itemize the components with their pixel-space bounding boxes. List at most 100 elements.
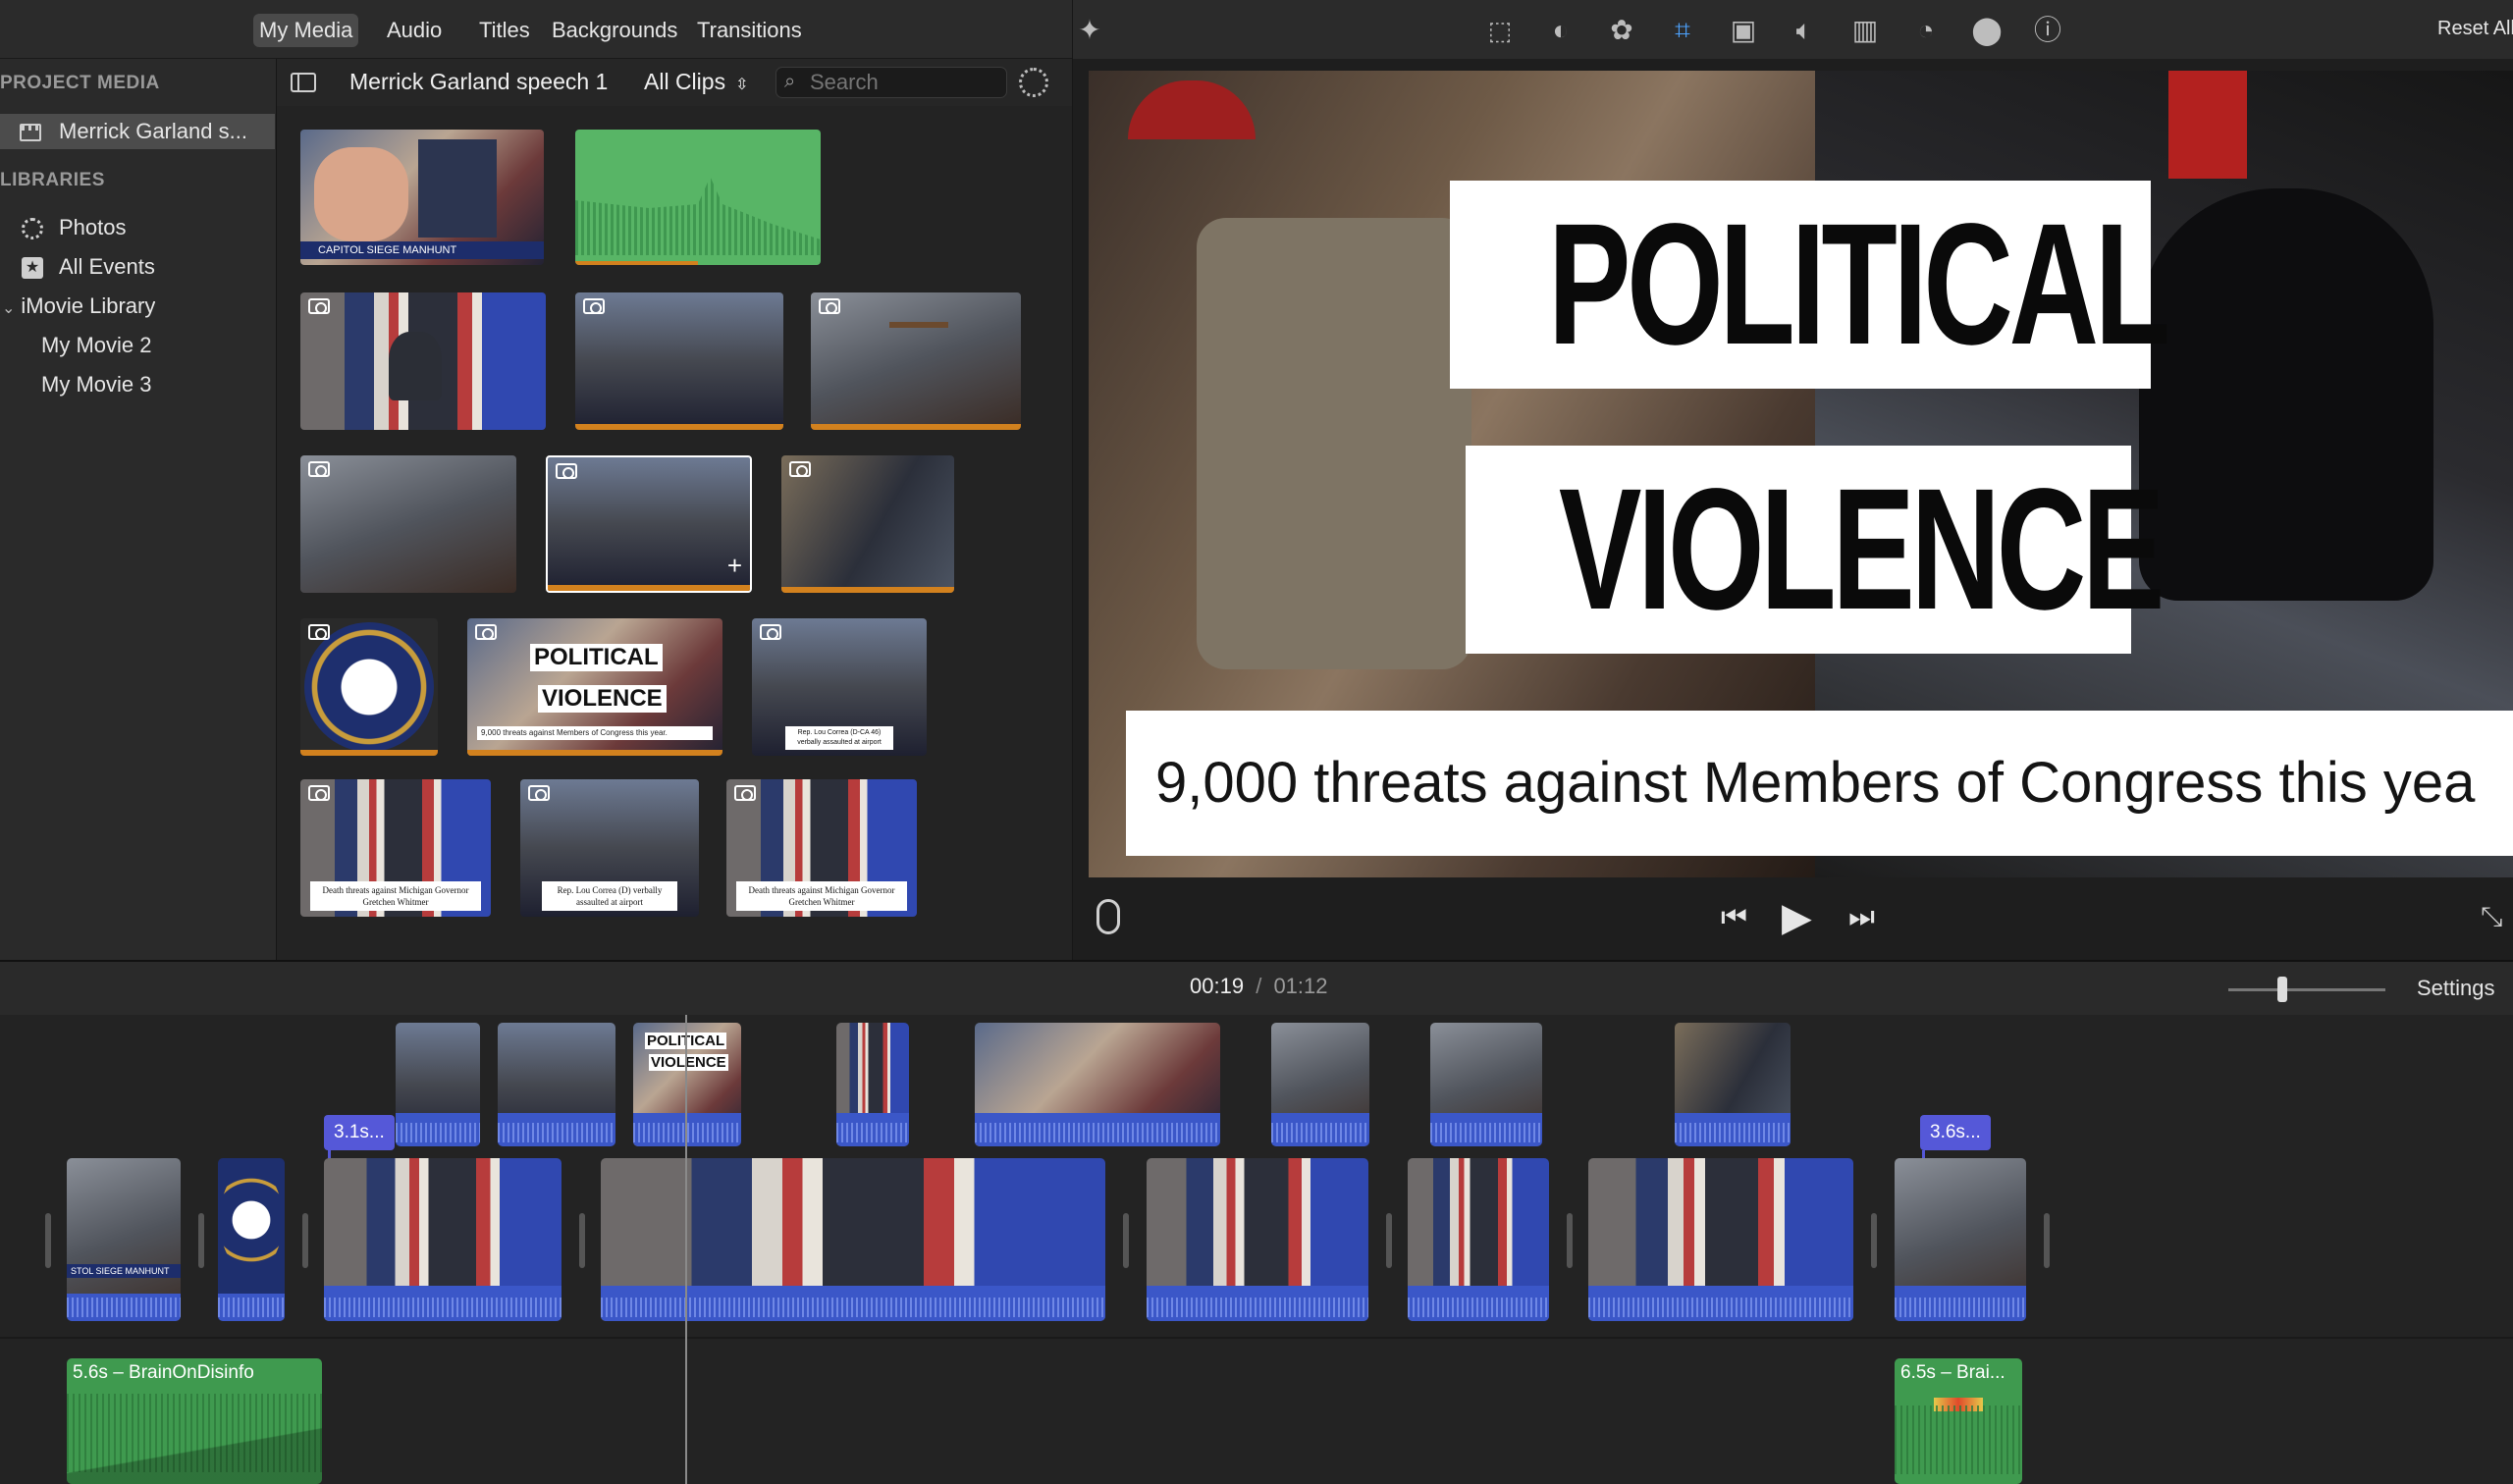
media-thumb-garland-1[interactable] xyxy=(300,292,546,430)
libraries-heading: LIBRARIES xyxy=(0,170,105,190)
background-music-clip[interactable]: 6.5s – Brai... xyxy=(1895,1358,2022,1484)
transition-marker[interactable] xyxy=(2044,1213,2050,1268)
transition-marker[interactable] xyxy=(302,1213,308,1268)
storyline-clip-garland[interactable] xyxy=(1408,1158,1549,1321)
crop-frame-icon[interactable]: ⬚ xyxy=(1483,14,1517,47)
cutaway-clip[interactable] xyxy=(1271,1023,1369,1146)
equalizer-icon[interactable]: ▥ xyxy=(1848,14,1882,47)
transition-marker[interactable] xyxy=(1567,1213,1573,1268)
audio-waveform xyxy=(601,1286,1105,1321)
playhead[interactable] xyxy=(685,1015,687,1484)
search-field[interactable]: ⌕ xyxy=(775,67,1007,98)
media-thumb-political-violence[interactable]: POLITICAL VIOLENCE 9,000 threats against… xyxy=(467,618,722,756)
color-balance-icon[interactable]: ◐ xyxy=(1544,14,1577,47)
play-icon[interactable]: ▶︎ xyxy=(1782,895,1812,940)
tab-audio[interactable]: Audio xyxy=(381,14,448,47)
speed-icon[interactable]: ◔ xyxy=(1909,14,1943,47)
tab-titles[interactable]: Titles xyxy=(473,14,536,47)
track-separator xyxy=(0,1337,2513,1339)
storyline-clip-doj[interactable] xyxy=(218,1158,285,1321)
microphone-icon[interactable] xyxy=(1096,899,1120,934)
magic-wand-icon[interactable]: ✦ xyxy=(1073,14,1106,47)
sidebar-item-photos[interactable]: Photos xyxy=(22,210,127,245)
media-thumb-capitol-riot[interactable]: + xyxy=(546,455,752,593)
sidebar-toggle-icon[interactable] xyxy=(291,73,316,92)
audio-waveform xyxy=(1675,1113,1791,1146)
media-thumb-doj-seal[interactable] xyxy=(300,618,438,756)
zoom-slider-thumb[interactable] xyxy=(2277,977,2287,1002)
cutaway-clip[interactable] xyxy=(1675,1023,1791,1146)
sidebar-item-my-movie-2[interactable]: My Movie 2 xyxy=(41,328,151,363)
cutaway-title-violence: VIOLENCE xyxy=(649,1054,728,1071)
search-input[interactable] xyxy=(810,70,996,95)
volume-icon[interactable]: 🔈︎ xyxy=(1788,14,1821,47)
sidebar-item-all-events[interactable]: ★ All Events xyxy=(22,249,155,285)
current-time: 00:19 xyxy=(1190,974,1245,998)
tab-my-media[interactable]: My Media xyxy=(253,14,359,47)
transition-marker[interactable] xyxy=(579,1213,585,1268)
thumb-caption-correa-2: Rep. Lou Correa (D) verbally assaulted a… xyxy=(542,881,677,911)
cutaway-clip[interactable] xyxy=(498,1023,615,1146)
transition-marker[interactable] xyxy=(45,1213,51,1268)
media-thumb-proud-boys[interactable] xyxy=(575,292,783,430)
audio-clip-label: 6.5s – Brai... xyxy=(1900,1362,2005,1383)
media-thumb-manhunt[interactable]: CAPITOL SIEGE MANHUNT xyxy=(300,130,544,265)
storyline-clip-gallows[interactable] xyxy=(1895,1158,2026,1321)
sidebar-item-imovie-library[interactable]: ⌄ iMovie Library xyxy=(2,289,155,324)
skip-forward-icon[interactable]: ⏭︎ xyxy=(1848,901,1875,934)
tab-transitions[interactable]: Transitions xyxy=(691,14,808,47)
media-thumb-capitol-steps[interactable] xyxy=(300,455,516,593)
crop-icon[interactable]: ⌗ xyxy=(1666,14,1699,47)
cutaway-clip-manhunt[interactable] xyxy=(975,1023,1220,1146)
title-political: POLITICAL xyxy=(1547,188,2170,381)
storyline-clip-garland[interactable] xyxy=(324,1158,561,1321)
transition-marker[interactable] xyxy=(1871,1213,1877,1268)
fullscreen-icon[interactable]: ⤡ xyxy=(2481,901,2502,933)
clip-filter-value: All Clips xyxy=(644,69,726,94)
storyline-clip-garland[interactable] xyxy=(1147,1158,1368,1321)
media-thumb-whitmer[interactable]: Death threats against Michigan Governor … xyxy=(300,779,491,917)
transition-marker[interactable] xyxy=(1386,1213,1392,1268)
media-thumb-correa-2[interactable]: Rep. Lou Correa (D) verbally assaulted a… xyxy=(520,779,699,917)
caption-box: 9,000 threats against Members of Congres… xyxy=(1126,711,2513,856)
filter-icon[interactable]: ⬤ xyxy=(1970,14,2004,47)
transition-marker[interactable] xyxy=(1123,1213,1129,1268)
sidebar-item-my-movie-3[interactable]: My Movie 3 xyxy=(41,367,151,402)
gear-icon[interactable] xyxy=(1019,68,1048,97)
media-thumb-audio[interactable] xyxy=(575,130,821,265)
settings-button[interactable]: Settings xyxy=(2417,976,2495,1001)
audio-waveform xyxy=(396,1113,480,1146)
zoom-slider[interactable] xyxy=(2228,977,2385,1002)
background-music-clip[interactable]: 5.6s – BrainOnDisinfo xyxy=(67,1358,322,1484)
project-media-item[interactable]: Merrick Garland s... xyxy=(0,114,275,149)
doj-seal-icon xyxy=(220,1166,283,1274)
cutaway-clip-political[interactable]: POLITICAL VIOLENCE xyxy=(633,1023,741,1146)
storyline-clip-garland[interactable] xyxy=(601,1158,1105,1321)
clip-filter-select[interactable]: All Clips ⇳ xyxy=(644,69,748,95)
color-palette-icon[interactable]: ✿ xyxy=(1605,14,1638,47)
skip-back-icon[interactable]: ⏮︎ xyxy=(1721,901,1747,934)
duration-label[interactable]: 3.6s... xyxy=(1920,1115,1991,1150)
audio-waveform xyxy=(633,1113,741,1146)
media-thumb-gallows[interactable] xyxy=(811,292,1021,430)
media-thumb-whitmer-2[interactable]: Death threats against Michigan Governor … xyxy=(726,779,917,917)
transition-marker[interactable] xyxy=(198,1213,204,1268)
cutaway-clip[interactable] xyxy=(1430,1023,1542,1146)
duration-label[interactable]: 3.1s... xyxy=(324,1115,395,1150)
storyline-clip-garland[interactable] xyxy=(1588,1158,1853,1321)
thumb-caption-whitmer-2: Death threats against Michigan Governor … xyxy=(736,881,907,911)
stabilization-icon[interactable]: ▣ xyxy=(1727,14,1760,47)
audio-waveform xyxy=(498,1113,615,1146)
media-thumb-crowd-inside[interactable] xyxy=(781,455,954,593)
thumb-title-political: POLITICAL xyxy=(530,644,663,671)
thumb-caption-whitmer: Death threats against Michigan Governor … xyxy=(310,881,481,911)
storyline-clip[interactable]: STOL SIEGE MANHUNT xyxy=(67,1158,181,1321)
reset-all-button[interactable]: Reset All xyxy=(2437,18,2513,40)
media-thumb-correa[interactable]: Rep. Lou Correa (D-CA 46) verbally assau… xyxy=(752,618,927,756)
cutaway-clip[interactable] xyxy=(396,1023,480,1146)
tab-backgrounds[interactable]: Backgrounds xyxy=(546,14,683,47)
info-icon[interactable]: ⓘ xyxy=(2031,14,2064,47)
add-icon[interactable]: + xyxy=(727,551,742,581)
cutaway-clip[interactable] xyxy=(836,1023,909,1146)
audio-waveform xyxy=(1430,1113,1542,1146)
